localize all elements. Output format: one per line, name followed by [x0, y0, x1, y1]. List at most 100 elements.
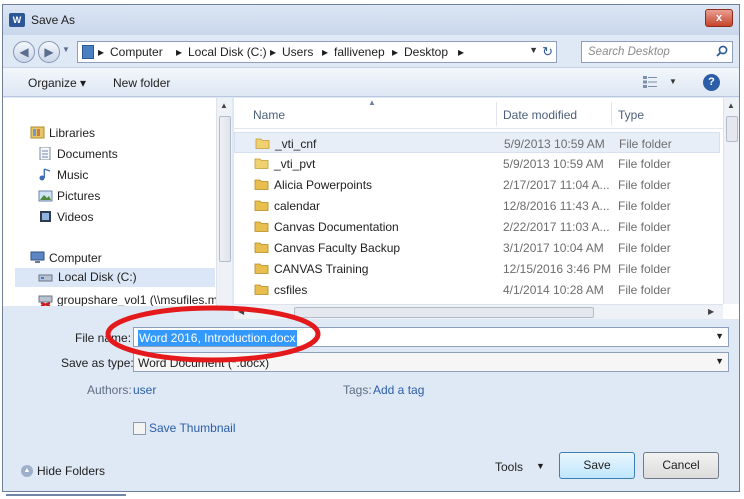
file-row[interactable]: csfiles 4/1/2014 10:28 AM File folder	[234, 279, 720, 300]
address-dropdown-icon[interactable]: ▼	[529, 45, 538, 55]
file-type: File folder	[619, 137, 672, 151]
hide-folders-button[interactable]: Hide Folders	[37, 464, 105, 478]
folder-icon	[254, 200, 269, 211]
tags-label: Tags:	[343, 383, 372, 397]
documents-icon	[39, 147, 51, 160]
file-name: _vti_cnf	[275, 137, 317, 151]
file-row[interactable]: CANVAS Training 12/15/2016 3:46 PM File …	[234, 258, 720, 279]
file-date: 2/17/2017 11:04 A...	[503, 178, 610, 192]
navigation-pane: Libraries Documents Music Pictures Video…	[3, 98, 232, 306]
navigation-scroll-thumb[interactable]	[219, 116, 231, 262]
file-date: 2/22/2017 11:03 A...	[503, 220, 610, 234]
save-thumbnail-checkbox[interactable]	[133, 422, 146, 435]
scroll-left-icon[interactable]: ◀	[238, 307, 244, 316]
scroll-right-icon[interactable]: ▶	[708, 307, 714, 316]
tools-button[interactable]: Tools	[495, 460, 523, 474]
breadcrumb-separator-icon[interactable]: ▸	[322, 45, 328, 59]
new-folder-button[interactable]: New folder	[113, 76, 170, 90]
file-row[interactable]: _vti_pvt 5/9/2013 10:59 AM File folder	[234, 153, 720, 174]
column-header-type[interactable]: Type	[618, 108, 644, 122]
folder-icon	[254, 158, 269, 169]
vertical-scroll-thumb[interactable]	[726, 116, 738, 142]
file-type: File folder	[618, 178, 671, 192]
search-icon[interactable]	[716, 45, 728, 57]
file-list-horizontal-scrollbar[interactable]: ◀ ▶	[234, 304, 723, 319]
background-taskbar-edge	[6, 494, 126, 496]
file-name-dropdown-icon[interactable]: ▼	[715, 331, 724, 341]
close-button[interactable]: x	[705, 9, 733, 27]
file-date: 5/9/2013 10:59 AM	[504, 137, 605, 151]
folder-icon	[254, 242, 269, 253]
back-button[interactable]: ◀	[13, 41, 35, 63]
organize-button[interactable]: Organize ▾	[28, 76, 86, 90]
save-as-type-dropdown-icon[interactable]: ▼	[715, 356, 724, 366]
file-row[interactable]: calendar 12/8/2016 11:43 A... File folde…	[234, 195, 720, 216]
file-date: 12/8/2016 11:43 A...	[503, 199, 610, 213]
breadcrumb-fallivenep[interactable]: fallivenep	[334, 45, 385, 59]
network-drive-icon	[38, 295, 53, 306]
file-row[interactable]: Alicia Powerpoints 2/17/2017 11:04 A... …	[234, 174, 720, 195]
column-divider[interactable]	[611, 102, 612, 126]
search-input[interactable]: Search Desktop	[588, 46, 670, 58]
file-date: 12/15/2016 3:46 PM	[503, 262, 612, 276]
breadcrumb-users[interactable]: Users	[282, 45, 313, 59]
file-row[interactable]: Canvas Documentation 2/22/2017 11:03 A..…	[234, 216, 720, 237]
view-options-dropdown-icon[interactable]: ▼	[669, 77, 677, 86]
file-list-vertical-scrollbar[interactable]: ▲	[723, 98, 739, 304]
recent-locations-icon[interactable]: ▼	[62, 45, 70, 54]
column-header-date-modified[interactable]: Date modified	[503, 108, 577, 122]
column-header-name[interactable]: Name	[253, 108, 285, 122]
folder-icon	[254, 263, 269, 274]
nav-item-local-disk[interactable]: Local Disk (C:)	[15, 268, 215, 287]
scroll-up-icon[interactable]: ▲	[220, 101, 228, 110]
computer-icon	[30, 251, 45, 263]
file-row[interactable]: _vti_cnf 5/9/2013 10:59 AM File folder	[234, 132, 720, 153]
save-button[interactable]: Save	[559, 452, 635, 479]
breadcrumb-separator-icon[interactable]: ▸	[392, 45, 398, 59]
file-type: File folder	[618, 220, 671, 234]
save-thumbnail-label[interactable]: Save Thumbnail	[149, 421, 236, 435]
column-header-row: ▲ Name Date modified Type	[234, 98, 723, 129]
file-row[interactable]: Canvas Faculty Backup 3/1/2017 10:04 AM …	[234, 237, 720, 258]
tools-dropdown-icon[interactable]: ▼	[536, 461, 545, 471]
file-name: Canvas Documentation	[274, 220, 399, 234]
help-icon[interactable]: ?	[703, 74, 720, 91]
breadcrumb-desktop[interactable]: Desktop	[404, 45, 448, 59]
window-title: Save As	[31, 13, 76, 27]
change-view-icon[interactable]	[643, 76, 657, 88]
save-options-panel: File name: Word 2016, Introduction.docx …	[3, 319, 739, 491]
title-bar: W Save As x	[3, 5, 739, 35]
save-as-type-select[interactable]: Word Document (*.docx) ▼	[133, 352, 729, 372]
forward-button[interactable]: ▶	[38, 41, 60, 63]
breadcrumb-computer[interactable]: Computer	[110, 45, 163, 59]
authors-value[interactable]: user	[133, 383, 156, 397]
refresh-icon[interactable]: ↻	[542, 44, 553, 60]
folder-icon	[254, 221, 269, 232]
file-name-input[interactable]: Word 2016, Introduction.docx	[138, 330, 297, 346]
horizontal-scroll-thumb[interactable]	[294, 307, 594, 318]
file-name: _vti_pvt	[274, 157, 316, 171]
breadcrumb-separator-icon[interactable]: ▸	[270, 45, 276, 59]
breadcrumb-separator-icon[interactable]: ▸	[98, 45, 104, 59]
search-box[interactable]: Search Desktop	[581, 41, 733, 63]
word-app-icon: W	[9, 13, 25, 27]
file-name: CANVAS Training	[274, 262, 369, 276]
column-divider[interactable]	[496, 102, 497, 126]
breadcrumb-local-disk[interactable]: Local Disk (C:)	[188, 45, 267, 59]
music-icon	[39, 168, 51, 181]
file-type: File folder	[618, 283, 671, 297]
cancel-button[interactable]: Cancel	[643, 452, 719, 479]
file-name: Alicia Powerpoints	[274, 178, 373, 192]
scroll-up-icon[interactable]: ▲	[727, 101, 735, 110]
breadcrumb-separator-icon[interactable]: ▸	[458, 45, 464, 59]
address-bar[interactable]: ▸ Computer ▸ Local Disk (C:) ▸ Users ▸ f…	[77, 41, 557, 63]
save-as-type-value: Word Document (*.docx)	[138, 356, 270, 370]
folder-icon	[254, 284, 269, 295]
location-icon	[82, 45, 94, 59]
file-name-field[interactable]: Word 2016, Introduction.docx ▼	[133, 327, 729, 347]
add-tag-link[interactable]: Add a tag	[373, 383, 424, 397]
file-type: File folder	[618, 262, 671, 276]
collapse-icon[interactable]: ▲	[21, 465, 33, 477]
navigation-scrollbar[interactable]: ▲	[216, 98, 232, 306]
breadcrumb-separator-icon[interactable]: ▸	[176, 45, 182, 59]
